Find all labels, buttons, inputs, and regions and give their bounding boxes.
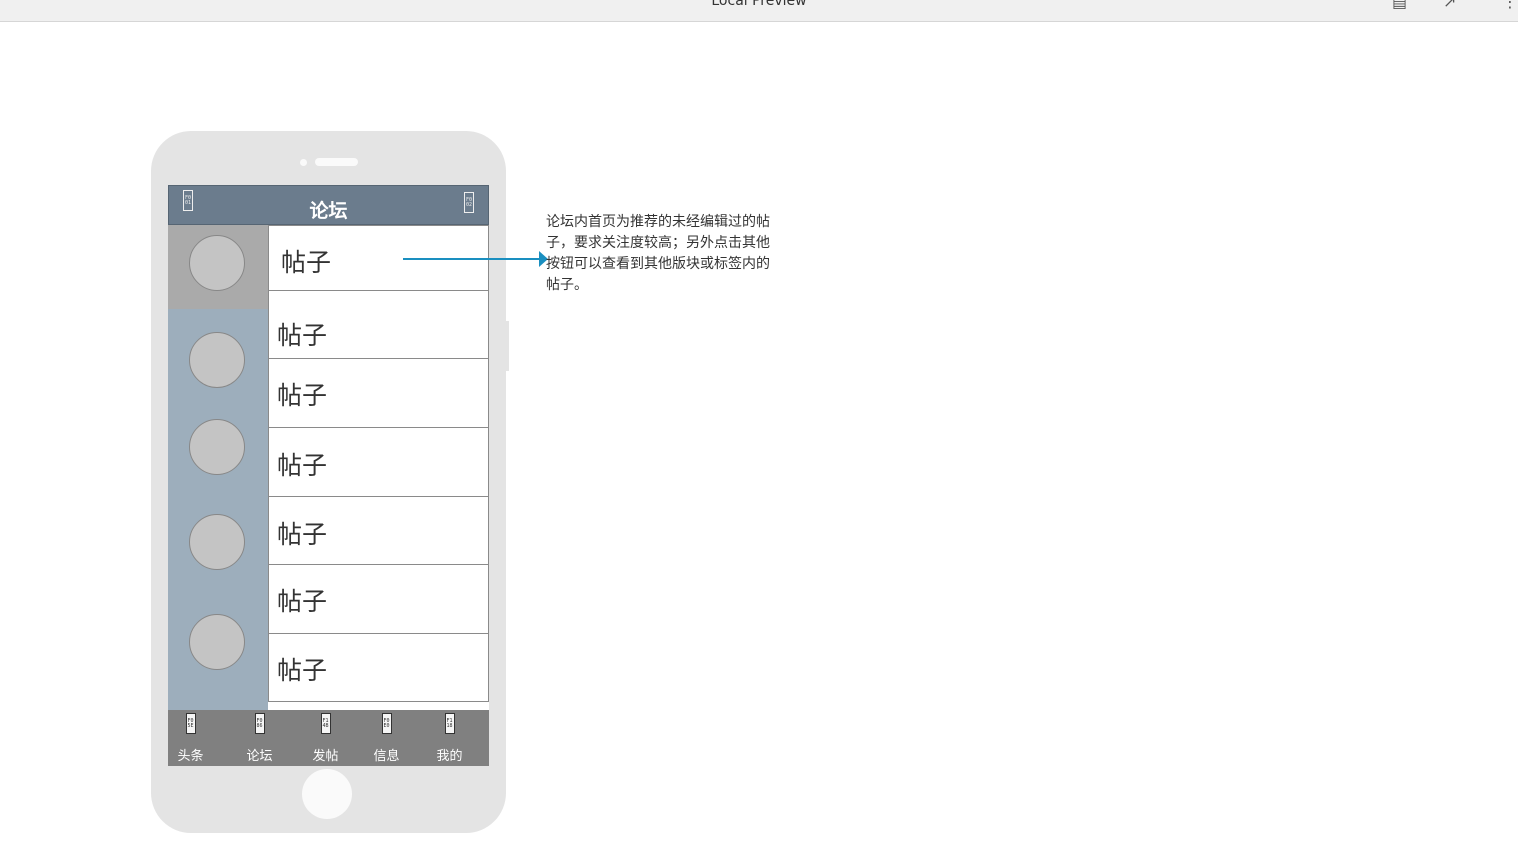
post-item[interactable]: 帖子 [268,633,489,702]
post-label: 帖子 [281,248,332,277]
phone-frame: F0 01 论坛 F0 02 帖子 帖子 帖子 帖子 帖子 帖子 帖子 F0 5… [151,131,509,833]
tab-label: 头条 [177,749,204,764]
tab-headlines[interactable]: F0 5E 头条 [168,710,213,766]
category-avatar[interactable] [189,235,245,291]
speaker-slot [315,158,358,166]
header-right-icon[interactable]: F0 02 [464,192,474,213]
post-label: 帖子 [277,587,328,616]
messages-icon: F0 E0 [381,713,392,734]
annotation-note: 论坛内首页为推荐的未经编辑过的帖子，要求关注度较高；另外点击其他按钮可以查看到其… [546,214,770,293]
post-label: 帖子 [277,451,328,480]
post-label: 帖子 [277,381,328,410]
tab-messages[interactable]: F0 E0 信息 [364,710,409,766]
tab-forum[interactable]: F0 86 论坛 [237,710,282,766]
page-title: 论坛 [309,200,348,222]
annotation-connector [403,258,543,260]
category-avatar[interactable] [189,514,245,570]
tab-profile[interactable]: F1 18 我的 [427,710,472,766]
window-title-bar: Local Preview ▤ ↗ ⋮ [0,0,1518,22]
tab-label: 发帖 [312,749,339,764]
document-icon[interactable]: ▤ [1392,0,1407,10]
post-item[interactable]: 帖子 [268,564,489,634]
post-label: 帖子 [277,520,328,549]
tab-label: 我的 [436,749,463,764]
category-avatar[interactable] [189,614,245,670]
forum-icon: F0 86 [254,713,265,734]
more-icon[interactable]: ⋮ [1502,0,1518,10]
post-label: 帖子 [277,656,328,685]
post-label: 帖子 [277,321,328,350]
post-item[interactable]: 帖子 [268,290,489,359]
category-avatar[interactable] [189,419,245,475]
home-button[interactable] [302,769,352,819]
bottom-tab-bar: F0 5E 头条 F0 86 论坛 F1 4B 发帖 F0 E0 信息 F1 1… [168,710,489,766]
phone-screen: F0 01 论坛 F0 02 帖子 帖子 帖子 帖子 帖子 帖子 帖子 F0 5… [168,185,489,766]
forum-header: F0 01 论坛 F0 02 [168,185,489,225]
post-item[interactable]: 帖子 [268,496,489,565]
headlines-icon: F0 5E [185,713,196,734]
phone-side-button [504,341,509,371]
tab-label: 信息 [373,749,400,764]
new-post-icon: F1 4B [320,713,331,734]
camera-dot [300,159,307,166]
export-icon[interactable]: ↗ [1443,0,1456,10]
category-sidebar [168,225,268,710]
post-item[interactable]: 帖子 [268,427,489,497]
window-title: Local Preview [711,0,807,9]
tab-label: 论坛 [246,749,273,764]
tab-new-post[interactable]: F1 4B 发帖 [303,710,348,766]
post-item[interactable]: 帖子 [268,358,489,428]
profile-icon: F1 18 [444,713,455,734]
category-avatar[interactable] [189,332,245,388]
